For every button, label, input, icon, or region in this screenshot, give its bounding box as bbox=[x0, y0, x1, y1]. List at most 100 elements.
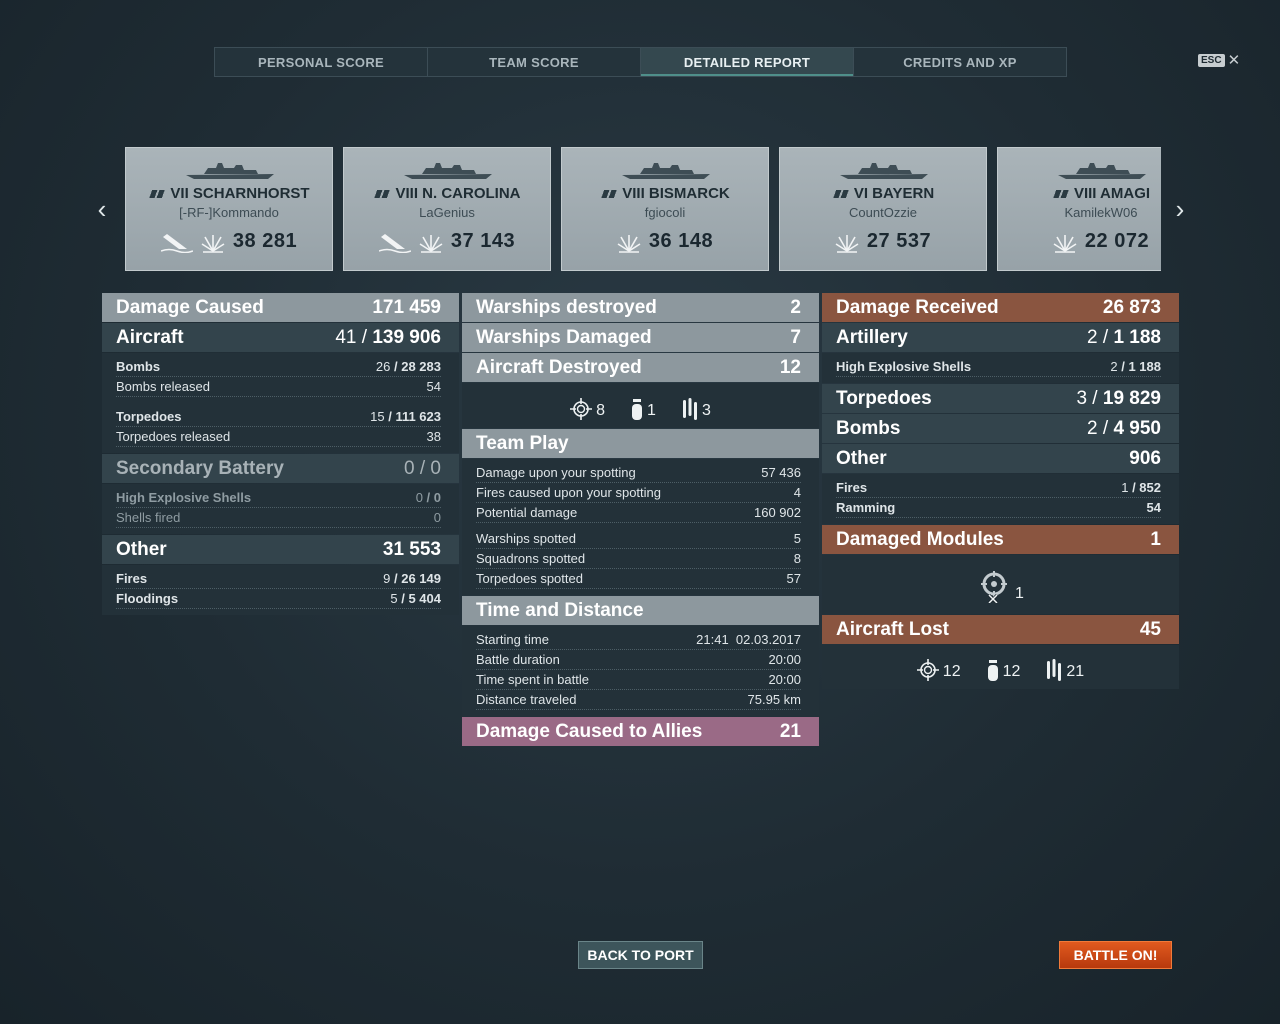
team-play-row: Damage upon your spotting 57 436 bbox=[476, 463, 801, 483]
damaged-modules-icons: 1 bbox=[822, 555, 1179, 614]
team-play-row: Squadrons spotted 8 bbox=[476, 549, 801, 569]
time-row: Time spent in battle 20:00 bbox=[476, 670, 801, 690]
team-play-details: Damage upon your spotting 57 436 Fires ca… bbox=[462, 459, 819, 595]
aircraft-details: Bombs 26 / 28 283 Bombs released 54 Torped… bbox=[102, 353, 459, 453]
aircraft-lost-header: Aircraft Lost 45 bbox=[822, 615, 1179, 644]
damage-allies-header: Damage Caused to Allies 21 bbox=[462, 717, 819, 746]
ramming-row: Ramming 54 bbox=[836, 498, 1161, 518]
bomb-icon bbox=[987, 660, 998, 681]
aircraft-destroyed-header: Aircraft Destroyed 12 bbox=[462, 353, 819, 382]
ship-score: 38 281 bbox=[232, 230, 298, 252]
bomb-icon bbox=[632, 399, 643, 420]
ship-name-text: VI BAYERN bbox=[853, 185, 935, 202]
ship-class-icon bbox=[600, 190, 619, 199]
back-to-port-button[interactable]: BACK TO PORT bbox=[578, 941, 703, 969]
damage-burst-icon bbox=[419, 234, 443, 253]
team-play-row: Warships spotted 5 bbox=[476, 529, 801, 549]
combat-panel: Warships destroyed 2 Warships Damaged 7 Ai… bbox=[462, 293, 819, 747]
steering-gear-icon bbox=[981, 570, 1008, 603]
other-header: Other 31 553 bbox=[102, 535, 459, 564]
ship-silhouette-icon bbox=[1058, 163, 1146, 179]
ship-score: 37 143 bbox=[450, 230, 516, 252]
ship-silhouette-icon bbox=[840, 163, 928, 179]
ship-name: VIII BISMARCK bbox=[562, 185, 768, 202]
damage-caused-header: Damage Caused 171 459 bbox=[102, 293, 459, 322]
prev-arrow-icon[interactable]: ‹ bbox=[92, 194, 112, 224]
other-received-header: Other 906 bbox=[822, 444, 1179, 473]
player-name: [-RF-]Kommando bbox=[179, 205, 279, 220]
damage-burst-icon bbox=[835, 234, 859, 253]
time-row: Battle duration 20:00 bbox=[476, 650, 801, 670]
team-play-header: Team Play bbox=[462, 429, 819, 458]
ship-sunk-icon bbox=[160, 233, 193, 253]
ship-name: VIII N. CAROLINA bbox=[344, 185, 550, 202]
team-play-row: Torpedoes spotted 57 bbox=[476, 569, 801, 589]
torpedoes-row: Torpedoes 15 / 111 623 bbox=[116, 407, 441, 427]
aircraft-destroyed-icons: 8 1 3 bbox=[462, 383, 819, 428]
tab-team-score[interactable]: TEAM SCORE bbox=[428, 48, 641, 76]
damage-burst-icon bbox=[201, 234, 225, 253]
torpedo-icon bbox=[682, 398, 697, 420]
ship-class-icon bbox=[831, 190, 850, 199]
ship-card[interactable]: VI BAYERN CountOzzie 27 537 bbox=[779, 147, 987, 271]
next-arrow-icon[interactable]: › bbox=[1170, 194, 1190, 224]
ship-name-text: VIII BISMARCK bbox=[622, 185, 730, 202]
ship-name: VIII AMAGI bbox=[998, 185, 1161, 202]
secondary-battery-header: Secondary Battery 0 / 0 bbox=[102, 454, 459, 483]
fires-row: Fires 9 / 26 149 bbox=[116, 569, 441, 589]
aircraft-header: Aircraft 41 / 139 906 bbox=[102, 323, 459, 352]
ship-card[interactable]: VIII BISMARCK fgiocoli 36 148 bbox=[561, 147, 769, 271]
fighter-crosshair-icon bbox=[916, 659, 939, 681]
team-play-row: Potential damage 160 902 bbox=[476, 503, 801, 523]
player-name: LaGenius bbox=[419, 205, 475, 220]
floodings-row: Floodings 5 / 5 404 bbox=[116, 589, 441, 609]
battle-on-button[interactable]: BATTLE ON! bbox=[1059, 941, 1172, 969]
he-shells-received-row: High Explosive Shells 2 / 1 188 bbox=[836, 357, 1161, 377]
player-name: fgiocoli bbox=[644, 205, 686, 220]
player-name: KamilekW06 bbox=[1064, 205, 1138, 220]
ship-name-text: VIII N. CAROLINA bbox=[395, 185, 521, 202]
secondary-details: High Explosive Shells 0 / 0 Shells fired 0 bbox=[102, 484, 459, 534]
time-row: Distance traveled 75.95 km bbox=[476, 690, 801, 710]
other-received-details: Fires 1 / 852 Ramming 54 bbox=[822, 474, 1179, 524]
torpedoes-received-header: Torpedoes 3 / 19 829 bbox=[822, 384, 1179, 413]
time-distance-header: Time and Distance bbox=[462, 596, 819, 625]
ship-silhouette-icon bbox=[186, 163, 274, 179]
close-button[interactable]: ESC ✕ bbox=[1198, 51, 1241, 69]
bombs-row: Bombs 26 / 28 283 bbox=[116, 357, 441, 377]
close-icon: ✕ bbox=[1227, 51, 1241, 69]
ship-score: 36 148 bbox=[648, 230, 714, 252]
ship-class-icon bbox=[148, 190, 167, 199]
damage-burst-icon bbox=[1053, 234, 1077, 253]
ship-card[interactable]: VII SCHARNHORST [-RF-]Kommando 38 281 bbox=[125, 147, 333, 271]
time-distance-details: Starting time 21:41 02.03.2017 Battle dur… bbox=[462, 626, 819, 716]
he-shells-row: High Explosive Shells 0 / 0 bbox=[116, 488, 441, 508]
esc-key-badge: ESC bbox=[1198, 54, 1225, 67]
damaged-modules-header: Damaged Modules 1 bbox=[822, 525, 1179, 554]
ship-class-icon bbox=[1051, 190, 1070, 199]
artillery-header: Artillery 2 / 1 188 bbox=[822, 323, 1179, 352]
ship-carousel: VII SCHARNHORST [-RF-]Kommando 38 281 VI… bbox=[125, 147, 1161, 271]
team-play-row: Fires caused upon your spotting 4 bbox=[476, 483, 801, 503]
tab-detailed-report[interactable]: DETAILED REPORT bbox=[641, 48, 854, 76]
shells-fired-row: Shells fired 0 bbox=[116, 508, 441, 528]
warships-damaged-header: Warships Damaged 7 bbox=[462, 323, 819, 352]
ship-score: 27 537 bbox=[866, 230, 932, 252]
ship-sunk-icon bbox=[378, 233, 411, 253]
ship-card[interactable]: VIII N. CAROLINA LaGenius 37 143 bbox=[343, 147, 551, 271]
bombs-received-header: Bombs 2 / 4 950 bbox=[822, 414, 1179, 443]
damage-received-panel: Damage Received 26 873 Artillery 2 / 1 188… bbox=[822, 293, 1179, 690]
ship-name-text: VIII AMAGI bbox=[1073, 185, 1151, 202]
tab-credits-and-xp[interactable]: CREDITS AND XP bbox=[854, 48, 1066, 76]
ship-name: VII SCHARNHORST bbox=[126, 185, 332, 202]
torpedo-icon bbox=[1047, 659, 1062, 681]
tab-personal-score[interactable]: PERSONAL SCORE bbox=[215, 48, 428, 76]
fighter-crosshair-icon bbox=[570, 398, 593, 420]
tab-bar: PERSONAL SCORE TEAM SCORE DETAILED REPOR… bbox=[214, 47, 1067, 77]
ship-silhouette-icon bbox=[404, 163, 492, 179]
damage-received-header: Damage Received 26 873 bbox=[822, 293, 1179, 322]
fires-received-row: Fires 1 / 852 bbox=[836, 478, 1161, 498]
artillery-details: High Explosive Shells 2 / 1 188 bbox=[822, 353, 1179, 383]
warships-destroyed-header: Warships destroyed 2 bbox=[462, 293, 819, 322]
ship-card[interactable]: VIII AMAGI KamilekW06 22 072 bbox=[997, 147, 1161, 271]
